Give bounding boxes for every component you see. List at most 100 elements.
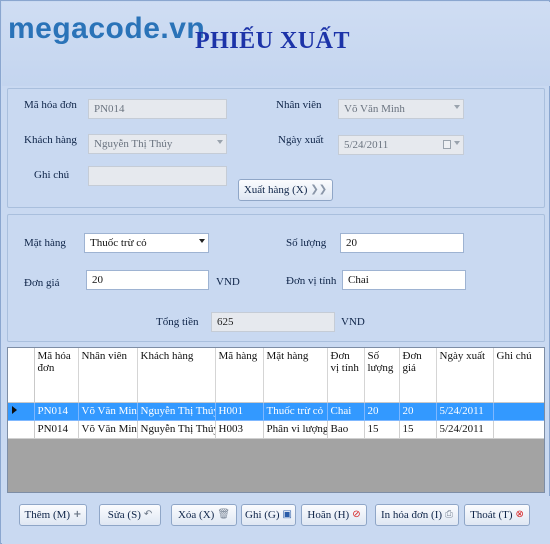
row-header-corner	[8, 348, 35, 403]
table-cell[interactable]: 5/24/2011	[436, 420, 494, 439]
don-gia-field[interactable]: 20	[86, 270, 209, 290]
row-selector[interactable]	[8, 420, 35, 439]
table-cell[interactable]: H001	[215, 402, 264, 421]
table-cell[interactable]: PN014	[34, 420, 79, 439]
row-selector[interactable]	[8, 402, 35, 421]
export-detail-grid[interactable]: Mã hóa đơn Nhân viên Khách hàng Mã hàng …	[7, 347, 545, 493]
ma-hoa-don-field[interactable]: PN014	[88, 99, 227, 119]
phieu-xuat-window: megacode.vn PHIẾU XUẤT Mã hóa đơn PN014 …	[0, 0, 550, 544]
tong-tien-unit: VND	[341, 316, 365, 328]
table-cell[interactable]: Nguyễn Thị Thúy	[137, 402, 216, 421]
column-header[interactable]: Khách hàng	[137, 348, 216, 403]
table-cell[interactable]: Phân vi lượng	[263, 420, 328, 439]
table-header-row: Mã hóa đơn Nhân viên Khách hàng Mã hàng …	[8, 348, 544, 403]
table-cell[interactable]: Thuốc trừ cỏ	[263, 402, 328, 421]
table-cell[interactable]	[493, 402, 544, 421]
hoan-button[interactable]: Hoãn (H) ⊘	[301, 504, 367, 526]
table-cell[interactable]: 20	[364, 402, 400, 421]
column-header[interactable]: Số lượng	[364, 348, 400, 403]
nhan-vien-label: Nhân viên	[276, 99, 322, 111]
column-header[interactable]: Mặt hàng	[263, 348, 328, 403]
column-header[interactable]: Đơn vị tính	[327, 348, 365, 403]
khach-hang-value: Nguyễn Thị Thúy	[94, 138, 173, 150]
chevron-down-icon	[454, 141, 460, 145]
xuat-hang-label: Xuất hàng (X)	[243, 184, 308, 196]
ghi-label: Ghi (G)	[245, 509, 280, 521]
hoan-label: Hoãn (H)	[307, 509, 350, 521]
don-gia-label: Đơn giá	[24, 277, 60, 289]
chevron-down-icon	[199, 239, 205, 243]
tong-tien-field[interactable]: 625	[211, 312, 335, 332]
nhan-vien-combo[interactable]: Võ Văn Minh	[338, 99, 464, 119]
table-row[interactable]: PN014 Võ Văn Minh Nguyễn Thị Thúy H003 P…	[8, 420, 544, 439]
table-cell[interactable]: Nguyễn Thị Thúy	[137, 420, 216, 439]
ma-hoa-don-label: Mã hóa đơn	[24, 99, 77, 111]
calendar-icon	[443, 140, 451, 149]
watermark-logo: megacode.vn	[8, 12, 206, 45]
ghi-chu-field[interactable]	[88, 166, 227, 186]
mat-hang-label: Mặt hàng	[24, 237, 66, 249]
xuat-hang-button[interactable]: Xuất hàng (X) ❯❯	[238, 179, 333, 201]
ngay-xuat-datepicker[interactable]: 5/24/2011	[338, 135, 464, 155]
table-cell[interactable]: 15	[399, 420, 437, 439]
table-cell[interactable]: PN014	[34, 402, 79, 421]
chevron-down-icon	[454, 105, 460, 109]
double-arrow-right-icon: ❯❯	[310, 184, 328, 195]
thoat-button[interactable]: Thoát (T) ⊗	[464, 504, 530, 526]
column-header[interactable]: Đơn giá	[399, 348, 437, 403]
don-vi-tinh-field[interactable]: Chai	[342, 270, 466, 290]
them-button[interactable]: Thêm (M) +	[19, 504, 87, 526]
action-bar: Thêm (M) + Sửa (S) ↶ Xóa (X) 🗑 Ghi (G) ▣…	[2, 496, 550, 544]
thoat-label: Thoát (T)	[470, 509, 513, 521]
ghi-chu-label: Ghi chú	[34, 169, 70, 181]
page-title: PHIẾU XUẤT	[195, 28, 351, 54]
xoa-label: Xóa (X)	[177, 509, 215, 521]
xoa-button[interactable]: Xóa (X) 🗑	[171, 504, 237, 526]
data-table: Mã hóa đơn Nhân viên Khách hàng Mã hàng …	[8, 348, 544, 439]
in-hoa-don-button[interactable]: In hóa đơn (I) ⎙	[375, 504, 459, 526]
column-header[interactable]: Mã hàng	[215, 348, 264, 403]
table-cell[interactable]: 20	[399, 402, 437, 421]
khach-hang-combo[interactable]: Nguyễn Thị Thúy	[88, 134, 227, 154]
tong-tien-label: Tổng tiền	[156, 316, 199, 328]
trash-icon: 🗑	[217, 509, 231, 520]
column-header[interactable]: Ghi chú	[493, 348, 544, 403]
column-header[interactable]: Nhân viên	[78, 348, 138, 403]
invoice-info-panel: Mã hóa đơn PN014 Nhân viên Võ Văn Minh K…	[7, 88, 545, 208]
cancel-icon: ⊘	[352, 509, 361, 520]
in-hoa-don-label: In hóa đơn (I)	[380, 509, 443, 521]
mat-hang-combo[interactable]: Thuốc trừ cỏ	[84, 233, 209, 253]
table-cell[interactable]: H003	[215, 420, 264, 439]
ngay-xuat-value: 5/24/2011	[344, 139, 389, 151]
sua-button[interactable]: Sửa (S) ↶	[99, 504, 161, 526]
don-vi-tinh-label: Đơn vị tính	[286, 275, 337, 287]
header: megacode.vn PHIẾU XUẤT	[2, 2, 550, 86]
table-cell[interactable]: 15	[364, 420, 400, 439]
them-label: Thêm (M)	[24, 509, 71, 521]
table-cell[interactable]: Võ Văn Minh	[78, 420, 138, 439]
so-luong-label: Số lượng	[286, 237, 327, 249]
ghi-button[interactable]: Ghi (G) ▣	[241, 504, 296, 526]
close-icon: ⊗	[515, 509, 524, 520]
undo-icon: ↶	[143, 509, 153, 520]
table-cell[interactable]	[493, 420, 544, 439]
plus-icon: +	[73, 509, 82, 520]
column-header[interactable]: Mã hóa đơn	[34, 348, 79, 403]
printer-icon: ⎙	[445, 509, 454, 520]
nhan-vien-value: Võ Văn Minh	[344, 103, 405, 115]
ngay-xuat-label: Ngày xuất	[278, 134, 324, 146]
don-gia-unit: VND	[216, 276, 240, 288]
table-cell[interactable]: Chai	[327, 402, 365, 421]
sua-label: Sửa (S)	[107, 509, 141, 521]
row-pointer-icon	[12, 406, 17, 414]
table-row[interactable]: PN014 Võ Văn Minh Nguyễn Thị Thúy H001 T…	[8, 402, 544, 421]
table-cell[interactable]: Bao	[327, 420, 365, 439]
table-cell[interactable]: Võ Văn Minh	[78, 402, 138, 421]
item-detail-panel: Mặt hàng Thuốc trừ cỏ Số lượng 20 Đơn gi…	[7, 214, 545, 342]
save-icon: ▣	[282, 509, 292, 520]
column-header[interactable]: Ngày xuất	[436, 348, 494, 403]
chevron-down-icon	[217, 140, 223, 144]
so-luong-field[interactable]: 20	[340, 233, 464, 253]
mat-hang-value: Thuốc trừ cỏ	[90, 237, 147, 249]
table-cell[interactable]: 5/24/2011	[436, 402, 494, 421]
